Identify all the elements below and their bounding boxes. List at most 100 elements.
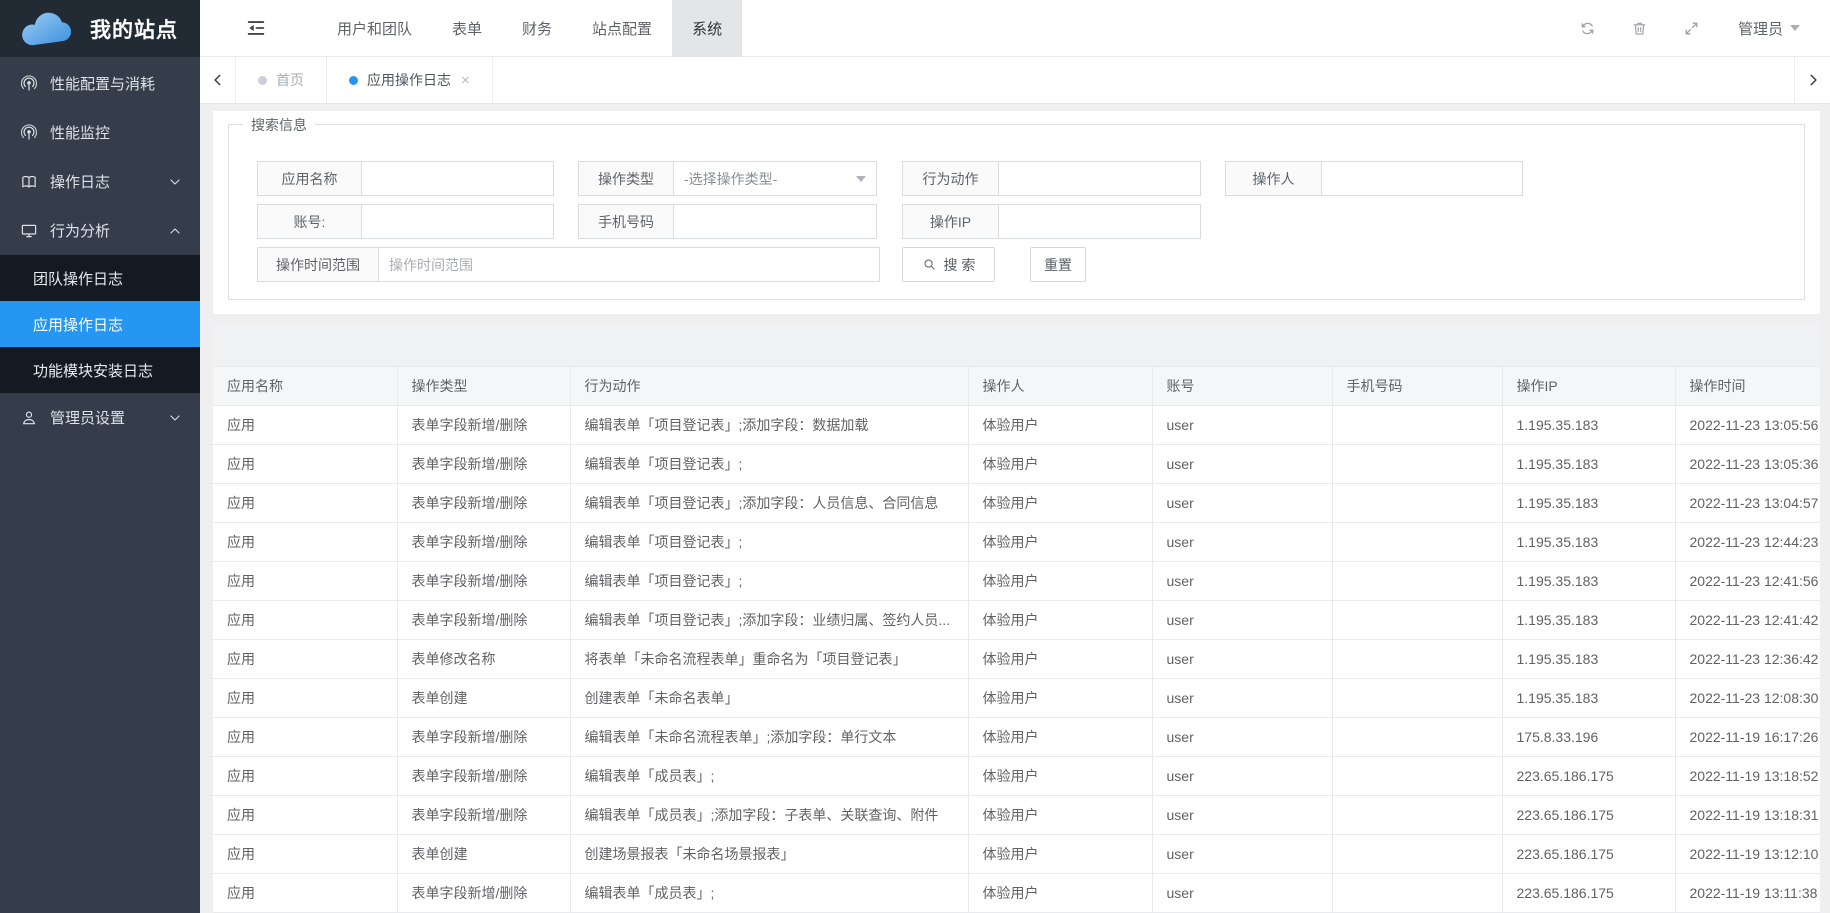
table-row[interactable]: 应用表单字段新增/删除 编辑表单「未命名流程表单」;添加字段：单行文本体验用户 … [213, 717, 1820, 756]
cell-phone [1332, 561, 1502, 600]
ip-input[interactable] [999, 205, 1200, 238]
refresh-icon[interactable] [1579, 20, 1596, 37]
table-row[interactable]: 应用表单字段新增/删除 编辑表单「成员表」;添加字段：子表单、关联查询、附件体验… [213, 795, 1820, 834]
cell-app-name: 应用 [213, 639, 397, 678]
cell-account: user [1152, 639, 1332, 678]
table-row[interactable]: 应用表单字段新增/删除 编辑表单「成员表」;体验用户 user 223.65.1… [213, 756, 1820, 795]
table-row[interactable]: 应用表单创建 创建表单「未命名表单」体验用户 user 1.195.35.183… [213, 678, 1820, 717]
table-row[interactable]: 应用表单字段新增/删除 编辑表单「项目登记表」;添加字段：数据加载体验用户 us… [213, 405, 1820, 444]
cell-phone [1332, 522, 1502, 561]
breadcrumb-tabbar: 首页 应用操作日志 × [200, 57, 1830, 104]
tabs-scroll-right-button[interactable] [1794, 57, 1830, 103]
cell-time: 2022-11-19 16:17:26 [1675, 717, 1820, 756]
chevron-down-icon [168, 411, 182, 425]
reset-button-label: 重置 [1044, 255, 1072, 275]
sidebar-item-label: 性能配置与消耗 [50, 73, 155, 94]
field-account: 账号: [257, 204, 554, 239]
account-input[interactable] [362, 205, 553, 238]
cell-account: user [1152, 444, 1332, 483]
cell-time: 2022-11-19 13:18:31 [1675, 795, 1820, 834]
cell-action: 编辑表单「项目登记表」; [570, 561, 968, 600]
sidebar-item-team-operation-log[interactable]: 团队操作日志 [0, 255, 200, 301]
cell-action: 编辑表单「项目登记表」;添加字段：数据加载 [570, 405, 968, 444]
table-row[interactable]: 应用表单创建 创建场景报表「未命名场景报表」体验用户 user 223.65.1… [213, 834, 1820, 873]
search-button-label: 搜 索 [944, 255, 976, 275]
field-label: 应用名称 [257, 161, 362, 196]
field-label: 操作人 [1225, 161, 1322, 196]
site-title: 我的站点 [90, 14, 178, 44]
cell-op-type: 表单字段新增/删除 [397, 561, 570, 600]
cell-action: 编辑表单「成员表」; [570, 756, 968, 795]
table-row[interactable]: 应用表单字段新增/删除 编辑表单「项目登记表」;体验用户 user 1.195.… [213, 444, 1820, 483]
admin-dropdown[interactable]: 管理员 [1738, 18, 1800, 39]
nav-system[interactable]: 系统 [672, 0, 742, 57]
cell-ip: 223.65.186.175 [1502, 756, 1675, 795]
cell-app-name: 应用 [213, 795, 397, 834]
cell-ip: 1.195.35.183 [1502, 600, 1675, 639]
field-label: 手机号码 [578, 204, 674, 239]
tab-home[interactable]: 首页 [236, 57, 327, 103]
table-row[interactable]: 应用表单修改名称 将表单「未命名流程表单」重命名为「项目登记表」体验用户 use… [213, 639, 1820, 678]
cell-op-type: 表单字段新增/删除 [397, 717, 570, 756]
cell-action: 创建场景报表「未命名场景报表」 [570, 834, 968, 873]
search-button[interactable]: 搜 索 [902, 247, 995, 282]
sidebar-item-module-install-log[interactable]: 功能模块安装日志 [0, 347, 200, 393]
nav-site-config[interactable]: 站点配置 [572, 0, 672, 57]
cell-app-name: 应用 [213, 834, 397, 873]
monitor-icon [20, 222, 38, 240]
cell-account: user [1152, 717, 1332, 756]
nav-finance[interactable]: 财务 [502, 0, 572, 57]
table-row[interactable]: 应用表单字段新增/删除 编辑表单「项目登记表」;体验用户 user 1.195.… [213, 561, 1820, 600]
table-row[interactable]: 应用表单字段新增/删除 编辑表单「成员表」;体验用户 user 223.65.1… [213, 873, 1820, 912]
cell-ip: 1.195.35.183 [1502, 405, 1675, 444]
cell-ip: 223.65.186.175 [1502, 795, 1675, 834]
table-row[interactable]: 应用表单字段新增/删除 编辑表单「项目登记表」;添加字段：人员信息、合同信息体验… [213, 483, 1820, 522]
cell-op-type: 表单创建 [397, 678, 570, 717]
column-header-app-name: 应用名称 [213, 367, 397, 405]
cloud-logo-icon [18, 10, 76, 48]
op-type-selected-value: -选择操作类型- [684, 169, 777, 189]
phone-input[interactable] [674, 205, 876, 238]
tab-dot-icon [258, 76, 267, 85]
table-row[interactable]: 应用表单字段新增/删除 编辑表单「项目登记表」;体验用户 user 1.195.… [213, 522, 1820, 561]
field-action: 行为动作 [902, 161, 1201, 196]
cell-phone [1332, 678, 1502, 717]
cell-action: 将表单「未命名流程表单」重命名为「项目登记表」 [570, 639, 968, 678]
log-table-panel: 应用名称 操作类型 行为动作 操作人 账号 手机号码 操作IP 操作时间 应用表… [213, 323, 1820, 913]
app-name-input[interactable] [362, 162, 553, 195]
op-type-select[interactable]: -选择操作类型- [674, 162, 876, 195]
fullscreen-icon[interactable] [1683, 20, 1700, 37]
column-header-action: 行为动作 [570, 367, 968, 405]
cell-time: 2022-11-23 13:05:56 [1675, 405, 1820, 444]
action-input[interactable] [999, 162, 1200, 195]
cell-phone [1332, 600, 1502, 639]
app-window: 我的站点 性能配置与消耗 性能监控 操作日志 行为分析 团队操作日 [0, 0, 1830, 913]
sidebar-item-performance-config[interactable]: 性能配置与消耗 [0, 59, 200, 108]
cell-app-name: 应用 [213, 756, 397, 795]
tab-app-operation-log[interactable]: 应用操作日志 × [327, 57, 493, 103]
cell-action: 编辑表单「项目登记表」; [570, 444, 968, 483]
close-icon[interactable]: × [461, 73, 470, 88]
sidebar-item-app-operation-log[interactable]: 应用操作日志 [0, 301, 200, 347]
reset-button[interactable]: 重置 [1030, 247, 1086, 282]
time-range-input[interactable] [379, 248, 879, 281]
tabs-scroll-left-button[interactable] [200, 57, 236, 103]
log-table: 应用名称 操作类型 行为动作 操作人 账号 手机号码 操作IP 操作时间 应用表… [213, 367, 1820, 913]
sidebar-item-performance-monitor[interactable]: 性能监控 [0, 108, 200, 157]
sidebar-item-admin-settings[interactable]: 管理员设置 [0, 393, 200, 442]
cell-operator: 体验用户 [968, 795, 1152, 834]
sidebar-item-operation-log[interactable]: 操作日志 [0, 157, 200, 206]
caret-down-icon [1790, 25, 1800, 31]
trash-icon[interactable] [1631, 20, 1648, 37]
nav-users-teams[interactable]: 用户和团队 [317, 0, 432, 57]
operator-input[interactable] [1322, 162, 1522, 195]
top-header: 用户和团队 表单 财务 站点配置 系统 管理员 [200, 0, 1830, 57]
cell-app-name: 应用 [213, 483, 397, 522]
nav-forms[interactable]: 表单 [432, 0, 502, 57]
collapse-menu-icon[interactable] [245, 17, 267, 39]
sidebar-item-behavior-analysis[interactable]: 行为分析 [0, 206, 200, 255]
cell-phone [1332, 756, 1502, 795]
column-header-phone: 手机号码 [1332, 367, 1502, 405]
table-row[interactable]: 应用表单字段新增/删除 编辑表单「项目登记表」;添加字段：业绩归属、签约人员..… [213, 600, 1820, 639]
site-logo: 我的站点 [0, 0, 200, 57]
